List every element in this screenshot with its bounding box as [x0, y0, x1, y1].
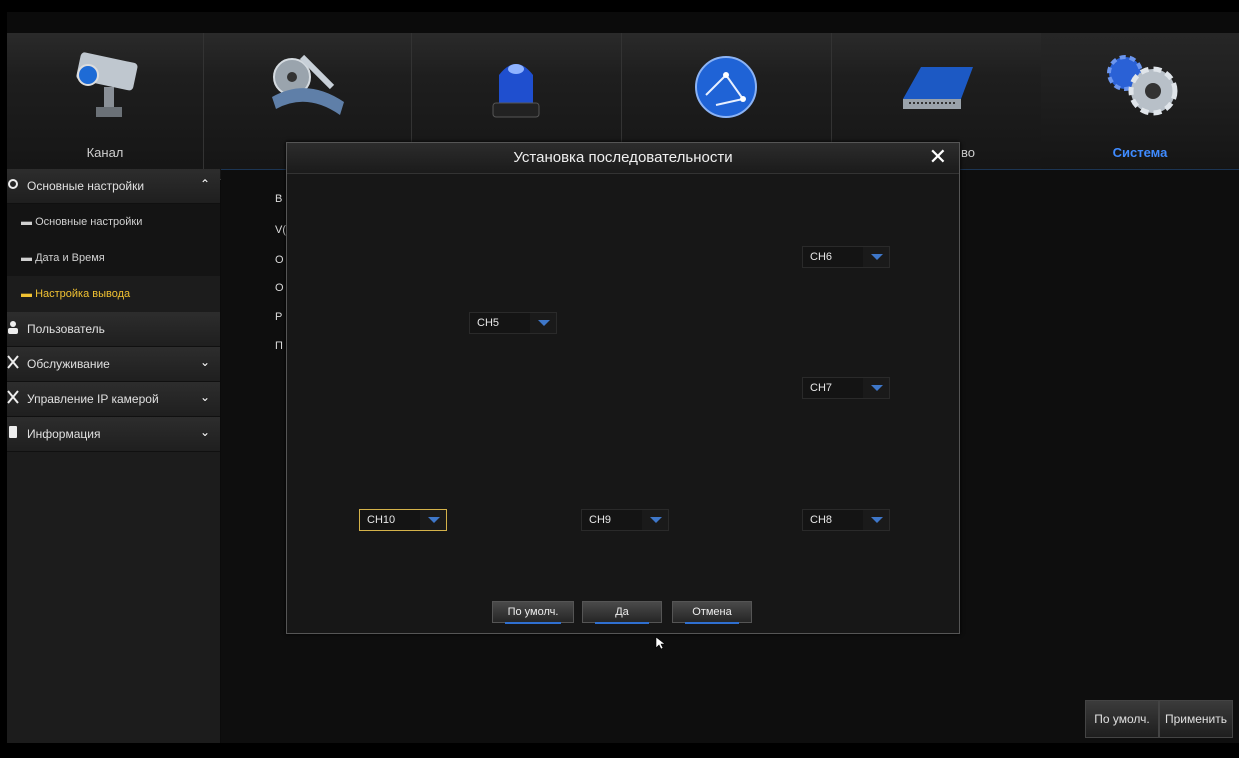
tools-icon: [7, 390, 19, 404]
apply-button[interactable]: Применить: [1159, 700, 1233, 738]
sidebar-item-ip-camera[interactable]: Управление IP камерой ⌄: [7, 382, 220, 417]
sidebar: Основные настройки ⌃ ▬ Основные настройк…: [7, 169, 220, 743]
close-icon[interactable]: ✕: [929, 146, 947, 168]
tools-icon: [7, 355, 19, 369]
dialog-title: Установка последовательности: [287, 143, 959, 174]
sidebar-item-maintenance[interactable]: Обслуживание ⌄: [7, 347, 220, 382]
sidebar-item-label: Основные настройки: [27, 179, 145, 193]
default-button[interactable]: По умолч.: [1085, 700, 1159, 738]
sidebar-item-label: Управление IP камерой: [27, 392, 159, 406]
setting-label: О: [275, 282, 284, 294]
sidebar-item-user[interactable]: Пользователь: [7, 312, 220, 347]
sidebar-subitem-basic-settings[interactable]: ▬ Основные настройки: [7, 204, 220, 240]
alarm-beacon-icon: [492, 64, 540, 118]
dropdown-arrow-icon: [530, 313, 556, 333]
film-reel-icon: [272, 54, 344, 115]
channel-select-ch6[interactable]: CH6: [802, 246, 890, 268]
sidebar-subitem-label: ▬ Основные настройки: [21, 216, 143, 228]
dialog-cancel-button[interactable]: Отмена: [672, 601, 752, 624]
tab-label: Система: [1112, 145, 1168, 160]
storage-device-icon: [903, 67, 973, 109]
info-icon: [9, 426, 17, 438]
sidebar-item-label: Информация: [27, 427, 101, 441]
dvr-screen: Канал во Система Основные настройки ⌃ ▬ …: [7, 12, 1239, 743]
channel-select-ch9[interactable]: CH9: [581, 509, 669, 531]
chevron-down-icon: ⌄: [199, 390, 210, 404]
channel-select-ch5[interactable]: CH5: [469, 312, 557, 334]
select-value: CH7: [810, 382, 833, 394]
select-value: CH5: [477, 317, 500, 329]
setting-label: О: [275, 254, 284, 266]
sidebar-subitem-label: ▬ Настройка вывода: [21, 288, 131, 300]
setting-label: Р: [275, 311, 283, 323]
gear-icon: [8, 179, 18, 189]
sidebar-item-label: Пользователь: [27, 322, 105, 336]
chevron-down-icon: ⌄: [199, 425, 210, 439]
sidebar-item-information[interactable]: Информация ⌄: [7, 417, 220, 452]
network-globe-icon: [695, 56, 757, 118]
sidebar-item-basic-settings[interactable]: Основные настройки ⌃: [7, 169, 220, 204]
channel-select-ch7[interactable]: CH7: [802, 377, 890, 399]
dialog-ok-button[interactable]: Да: [582, 601, 662, 624]
dropdown-arrow-icon: [420, 510, 446, 530]
channel-select-ch8[interactable]: CH8: [802, 509, 890, 531]
sidebar-item-label: Обслуживание: [27, 357, 110, 371]
select-value: CH6: [810, 251, 833, 263]
sidebar-subitem-date-time[interactable]: ▬ Дата и Время: [7, 240, 220, 276]
sequence-dialog: Установка последовательности ✕ CH6 CH5 C…: [286, 142, 960, 634]
gears-icon: [1107, 55, 1178, 116]
channel-select-ch10[interactable]: CH10: [359, 509, 447, 531]
setting-label: V(: [275, 224, 286, 236]
dropdown-arrow-icon: [642, 510, 668, 530]
sidebar-subitem-output-settings[interactable]: ▬ Настройка вывода: [7, 276, 220, 312]
sidebar-subitem-label: ▬ Дата и Время: [21, 252, 105, 264]
select-value: CH8: [810, 514, 833, 526]
tab-channel[interactable]: Канал: [7, 33, 204, 179]
select-value: CH9: [589, 514, 612, 526]
tab-label: Канал: [86, 145, 124, 160]
dropdown-arrow-icon: [863, 247, 889, 267]
setting-label: П: [275, 340, 283, 352]
tab-system[interactable]: Система: [1041, 33, 1239, 181]
chevron-down-icon: ⌄: [199, 355, 210, 369]
setting-label: В: [275, 193, 283, 205]
dialog-default-button[interactable]: По умолч.: [492, 601, 574, 624]
dropdown-arrow-icon: [863, 378, 889, 398]
camera-icon: [76, 52, 138, 117]
user-icon: [8, 321, 18, 334]
mouse-cursor-icon: [655, 636, 665, 650]
chevron-up-icon: ⌃: [199, 177, 210, 191]
select-value: CH10: [367, 514, 396, 526]
dropdown-arrow-icon: [863, 510, 889, 530]
